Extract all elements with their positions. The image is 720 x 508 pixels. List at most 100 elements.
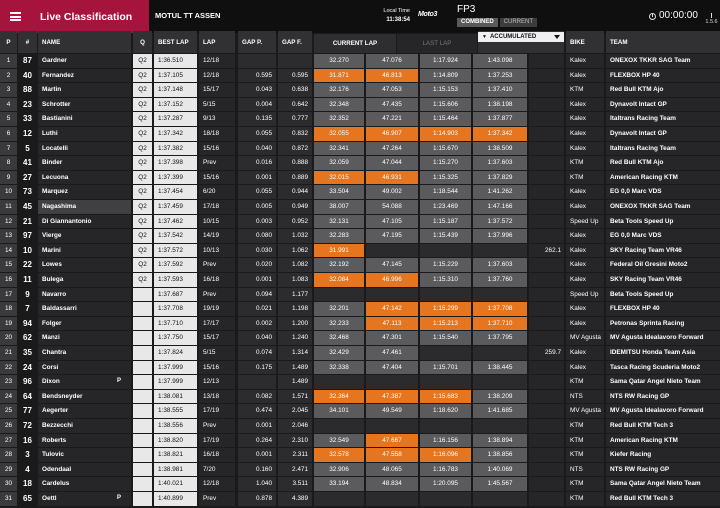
col-team[interactable]: TEAM: [606, 31, 720, 53]
table-row[interactable]: 6 12 Luthi Q2 1:37.342 18/18 0.055 0.832 32.055 4…: [0, 127, 720, 142]
table-row[interactable]: 27 16 Roberts 1:38.820 17/19 0.264 2.310 32.549…: [0, 433, 720, 449]
team-cell: American Racing KTM: [606, 433, 720, 448]
col-name[interactable]: NAME: [38, 31, 131, 53]
lap-cell: 14/19: [199, 229, 235, 243]
speed-cell: [529, 156, 564, 170]
qualified-cell: Q2: [133, 185, 152, 199]
lap-cell: 10/13: [199, 243, 235, 258]
rider-number: 64: [23, 391, 32, 401]
gap-prev-cell: 0.055: [238, 127, 276, 141]
sector-3-cell: 1:15.310: [420, 273, 471, 287]
speed-cell: [529, 170, 564, 185]
table-row[interactable]: 5 33 Bastianini Q2 1:37.287 9/13 0.135 0.777 32.…: [0, 112, 720, 127]
table-row[interactable]: 29 4 Odendaal 1:38.981 7/20 0.160 2.471 32.906 4…: [0, 462, 720, 478]
table-row[interactable]: 19 94 Folger 1:37.710 17/17 0.002 1.200 32.233 4…: [0, 316, 720, 332]
sector-2-cell: 46.813: [366, 68, 418, 83]
col-gap-f[interactable]: GAP F.: [278, 31, 312, 53]
col-bike[interactable]: BIKE: [566, 31, 604, 53]
rider-number: 5: [25, 143, 30, 153]
gap-first-cell: 0.872: [278, 141, 312, 156]
table-row[interactable]: 13 97 Vierge Q2 1:37.542 14/19 0.080 1.032 32.28…: [0, 229, 720, 244]
team-cell: Beta Tools Speed Up: [606, 214, 720, 229]
table-row[interactable]: 8 41 Binder Q2 1:37.398 Prev 0.016 0.888 32.059 4…: [0, 156, 720, 171]
best-lap-cell: 1:37.687: [154, 287, 197, 302]
rider-number: 73: [23, 187, 32, 197]
team-cell: Sama Qatar Angel Nieto Team: [606, 477, 720, 491]
col-lap[interactable]: LAP: [199, 31, 235, 53]
team-cell: FLEXBOX HP 40: [606, 68, 720, 83]
team-cell: Red Bull KTM Tech 3: [606, 419, 720, 433]
team-cell: Red Bull KTM Ajo: [606, 156, 720, 170]
table-row[interactable]: 14 10 Marini Q2 1:37.572 10/13 0.030 1.062 31.99…: [0, 243, 720, 259]
gap-first-cell: 1.240: [278, 331, 312, 345]
page-title: Live Classification: [30, 0, 149, 33]
bike-cell: KTM: [566, 492, 604, 506]
table-row[interactable]: 16 11 Bulega Q2 1:37.593 16/18 0.001 1.083 32.08…: [0, 273, 720, 288]
chevron-down-icon: [554, 35, 560, 39]
rider-number: 24: [23, 362, 32, 372]
table-row[interactable]: 9 27 Lecuona Q2 1:37.399 15/16 0.001 0.889 32.01…: [0, 170, 720, 186]
table-row[interactable]: 23 96 Dixon P 1:37.999 12/13 1.489 KTM Sama Qata…: [0, 375, 720, 390]
table-row[interactable]: 3 88 Martin Q2 1:37.148 15/17 0.043 0.638 32.176…: [0, 83, 720, 98]
sector-3-cell: 1:15.270: [420, 156, 471, 170]
table-row[interactable]: 1 87 Gardner Q2 1:36.510 12/18 32.270 47.076 1:1…: [0, 54, 720, 69]
tab-combined[interactable]: COMBINED: [457, 18, 498, 27]
col-pos[interactable]: P: [0, 31, 17, 53]
rider-number: 18: [23, 479, 32, 489]
tab-last-lap[interactable]: LAST LAP: [397, 34, 477, 53]
sector-4-cell: 1:37.829: [473, 170, 527, 185]
menu-icon[interactable]: [0, 0, 30, 33]
sector-4-cell: 1:38.209: [473, 389, 527, 404]
table-row[interactable]: 31 65 Oettl P 1:40.899 Prev 0.878 4.389 KTM Red B…: [0, 492, 720, 507]
team-cell: American Racing KTM: [606, 170, 720, 185]
table-row[interactable]: 11 45 Nagashima Q2 1:37.459 17/18 0.005 0.949 38…: [0, 200, 720, 215]
rider-name: Tulovic: [38, 448, 131, 462]
table-row[interactable]: 2 40 Fernandez Q2 1:37.105 12/18 0.595 0.595 31.…: [0, 68, 720, 84]
lap-cell: 15/17: [199, 331, 235, 345]
position-cell: 27: [0, 433, 17, 448]
col-num[interactable]: #: [18, 31, 37, 53]
table-row[interactable]: 4 23 Schrotter Q2 1:37.152 5/15 0.004 0.642 32.3…: [0, 97, 720, 113]
team-cell: Beta Tools Speed Up: [606, 287, 720, 302]
sector-2-cell: 47.558: [366, 448, 418, 462]
col-best-lap[interactable]: BEST LAP: [154, 31, 197, 53]
speed-cell: [529, 200, 564, 214]
table-row[interactable]: 22 24 Corsi 1:37.999 15/16 0.175 1.489 32.338 47…: [0, 360, 720, 376]
table-row[interactable]: 28 3 Tulovic 1:38.821 16/18 0.001 2.311 32.578 4…: [0, 448, 720, 463]
bike-cell: Kalex: [566, 112, 604, 126]
table-row[interactable]: 15 22 Lowes Q2 1:37.592 Prev 0.020 1.082 32.192 4…: [0, 258, 720, 273]
table-row[interactable]: 21 35 Chantra 1:37.824 5/15 0.074 1.314 32.429 4…: [0, 346, 720, 361]
position-cell: 17: [0, 287, 17, 302]
table-row[interactable]: 10 73 Marquez Q2 1:37.454 6/20 0.055 0.944 33.50…: [0, 185, 720, 200]
col-gap-p[interactable]: GAP P.: [238, 31, 276, 53]
rider-name: Fernandez: [38, 68, 131, 83]
sector-1-cell: 32.192: [314, 258, 364, 272]
table-row[interactable]: 7 5 Locatelli Q2 1:37.382 15/16 0.040 0.872 32.3…: [0, 141, 720, 157]
table-row[interactable]: 26 72 Bezzecchi 1:38.556 Prev 0.001 2.046 KTM Re…: [0, 419, 720, 434]
table-row[interactable]: 25 77 Aegerter 1:38.555 17/19 0.474 2.045 34.10…: [0, 404, 720, 419]
position-cell: 21: [0, 346, 17, 360]
best-lap-cell: 1:37.750: [154, 331, 197, 345]
tab-current[interactable]: CURRENT: [499, 18, 538, 27]
tab-current-lap[interactable]: CURRENT LAP: [314, 34, 396, 53]
sector-1-cell: 32.233: [314, 316, 364, 331]
col-q[interactable]: Q: [133, 31, 152, 53]
best-lap-cell: 1:37.593: [154, 273, 197, 287]
rider-name: Odendaal: [38, 462, 131, 477]
table-row[interactable]: 12 21 Di Giannantonio Q2 1:37.462 10/15 0.003 0…: [0, 214, 720, 230]
table-row[interactable]: 18 7 Baldassarri 1:37.708 19/19 0.021 1.198 32.…: [0, 302, 720, 317]
qualified-cell: [133, 375, 152, 389]
team-cell: Sama Qatar Angel Nieto Team: [606, 375, 720, 389]
gap-first-cell: 1.571: [278, 389, 312, 404]
table-row[interactable]: 17 9 Navarro 1:37.687 Prev 0.094 1.177 Speed Up…: [0, 287, 720, 303]
table-row[interactable]: 24 64 Bendsneyder 1:38.081 13/18 0.082 1.571 32…: [0, 389, 720, 405]
lap-cell: Prev: [199, 156, 235, 170]
rider-number: 45: [23, 202, 32, 211]
rider-name: Bulega: [38, 273, 131, 287]
table-row[interactable]: 30 18 Cardelus 1:40.021 12/18 1.040 3.511 33.19…: [0, 477, 720, 492]
table-row[interactable]: 20 62 Manzi 1:37.750 15/17 0.040 1.240 32.468 47…: [0, 331, 720, 346]
accumulated-select[interactable]: ▼ ACCUMULATED: [478, 32, 564, 42]
sector-4-cell: [473, 346, 527, 360]
qualified-cell: Q2: [133, 258, 152, 272]
position-cell: 13: [0, 229, 17, 243]
